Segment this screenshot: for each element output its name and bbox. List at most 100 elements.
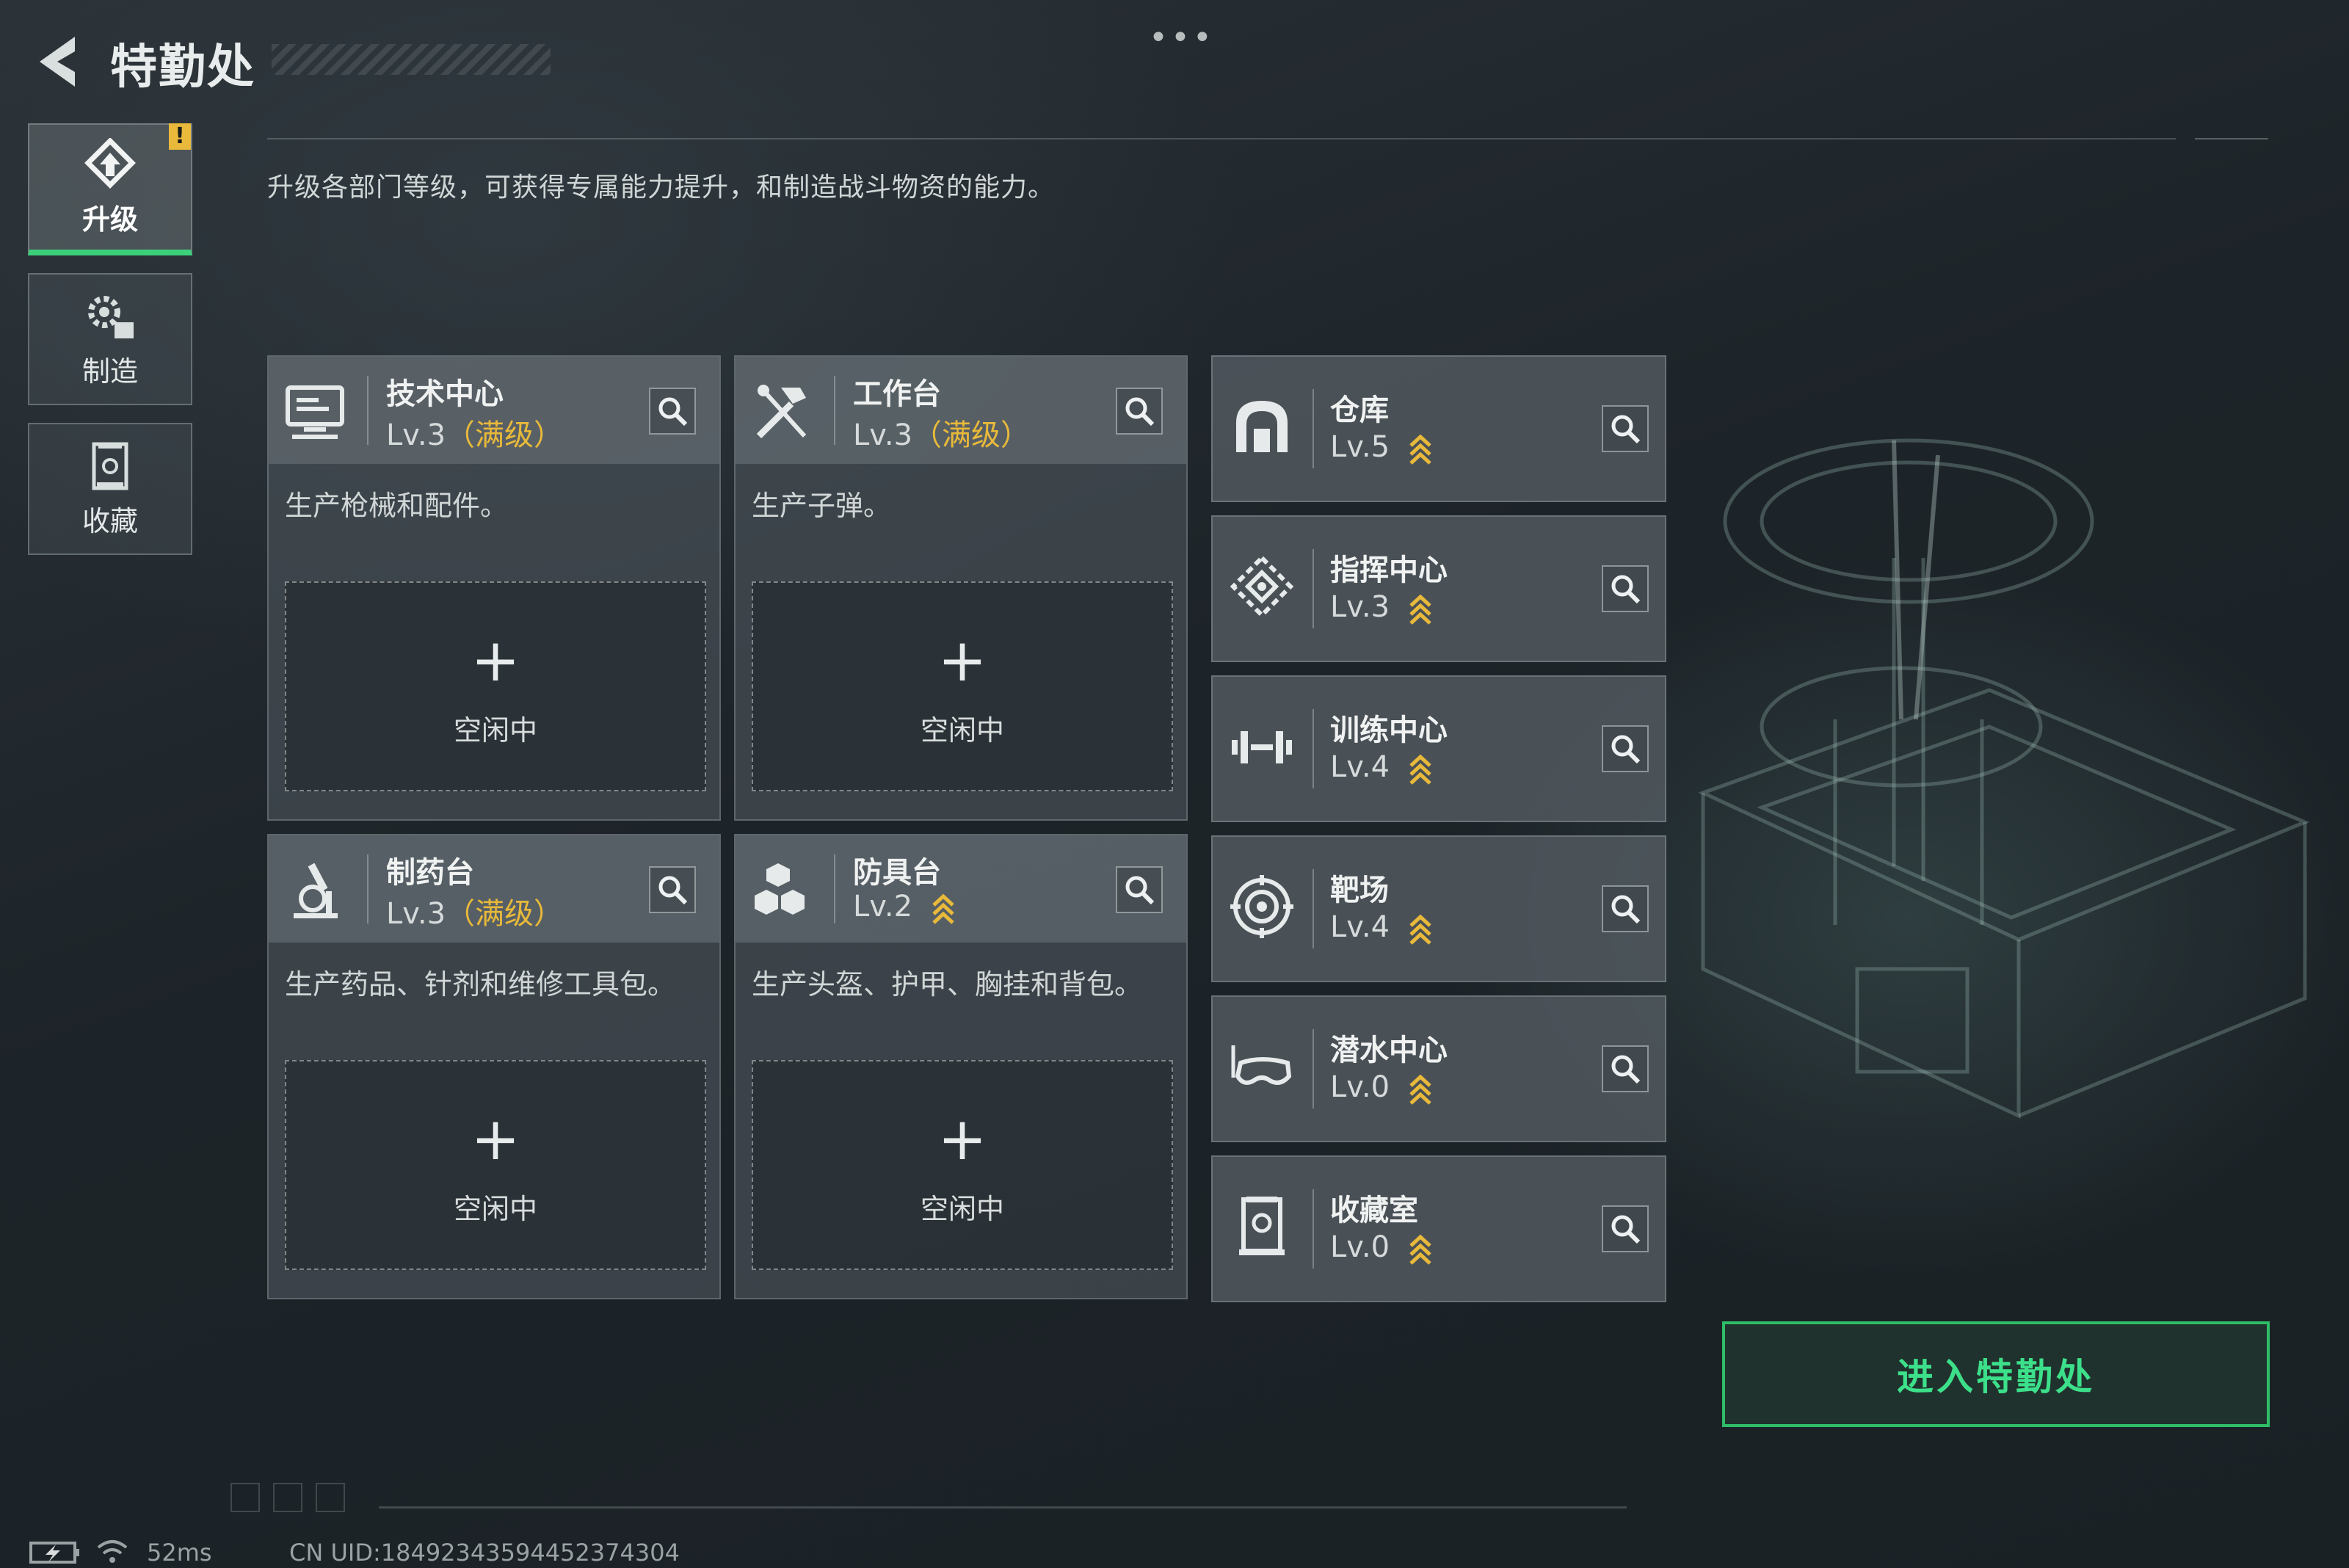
bottom-divider (379, 1506, 1627, 1509)
search-button[interactable] (649, 866, 696, 913)
search-icon (1125, 876, 1155, 905)
more-dots-icon[interactable]: ••• (1149, 19, 1215, 57)
facility-name: 训练中心 (1330, 714, 1448, 747)
facility-row-diving-center[interactable]: 潜水中心 Lv.0 (1211, 995, 1666, 1142)
title-decoration (272, 44, 551, 75)
search-button[interactable] (1116, 388, 1163, 435)
production-slot[interactable]: + 空闲中 (285, 581, 706, 791)
facility-card-armor[interactable]: 防具台 Lv.2 生产头盔、护甲、胸挂和背包。 + 空闲中 (734, 834, 1188, 1299)
upgrade-icon (84, 137, 136, 189)
card-title: 技术中心 (386, 377, 504, 411)
card-title: 防具台 (853, 856, 941, 890)
plus-icon: + (937, 626, 987, 694)
facility-level: Lv.3 (1330, 590, 1433, 625)
back-arrow-icon[interactable] (29, 32, 81, 91)
facility-row-collection-room[interactable]: 收藏室 Lv.0 (1211, 1155, 1666, 1302)
search-icon (1125, 397, 1155, 427)
header-divider-right (2195, 138, 2268, 139)
facility-card-workbench[interactable]: 工作台 Lv.3（满级） 生产子弹。 + 空闲中 (734, 355, 1188, 821)
search-icon (658, 397, 688, 427)
search-button[interactable] (649, 388, 696, 435)
facility-card-tech-center[interactable]: 技术中心 Lv.3（满级） 生产枪械和配件。 + 空闲中 (267, 355, 721, 821)
slot-status: 空闲中 (453, 1193, 537, 1225)
plus-icon: + (937, 1105, 987, 1173)
user-uid: CN UID:18492343594452374304 (289, 1539, 680, 1567)
collection-icon (92, 442, 128, 490)
production-slot[interactable]: + 空闲中 (752, 1060, 1173, 1270)
card-description: 生产枪械和配件。 (285, 490, 509, 522)
facility-name: 仓库 (1330, 393, 1389, 427)
facility-name: 指挥中心 (1330, 553, 1448, 587)
hud-square (316, 1483, 345, 1512)
hud-square (230, 1483, 260, 1512)
hud-square (273, 1483, 302, 1512)
upgrade-chevron-icon (1409, 1234, 1431, 1265)
card-title: 制药台 (386, 856, 474, 890)
card-level: Lv.3（满级） (386, 418, 564, 452)
tools-icon (756, 385, 807, 439)
header-divider (267, 138, 2176, 139)
sidebar-item-label: 收藏 (81, 504, 138, 537)
facility-level: Lv.0 (1330, 1070, 1433, 1105)
production-slot[interactable]: + 空闲中 (285, 1060, 706, 1270)
command-center-icon (1230, 554, 1294, 619)
upgrade-chevron-icon (932, 893, 954, 924)
facility-name: 收藏室 (1330, 1194, 1418, 1227)
plus-icon: + (471, 1105, 520, 1173)
enter-button-label: 进入特勤处 (1897, 1356, 2095, 1398)
facility-row-shooting-range[interactable]: 靶场 Lv.4 (1211, 835, 1666, 982)
enter-button[interactable]: 进入特勤处 (1722, 1321, 2270, 1427)
upgrade-chevron-icon (1409, 914, 1431, 945)
upgrade-chevron-icon (1409, 754, 1431, 785)
ping-value: 52ms (147, 1539, 212, 1567)
sidebar-item-collection[interactable]: 收藏 (28, 423, 192, 555)
base-wireframe-illustration (1698, 438, 2310, 1119)
card-level: Lv.3（满级） (853, 418, 1031, 452)
search-button[interactable] (1116, 866, 1163, 913)
search-icon (1611, 1055, 1641, 1084)
armor-boxes-icon (755, 863, 805, 915)
facility-card-pharmacy[interactable]: 制药台 Lv.3（满级） 生产药品、针剂和维修工具包。 + 空闲中 (267, 834, 721, 1299)
search-icon (658, 876, 688, 905)
search-button[interactable] (1602, 885, 1649, 932)
facility-row-training-center[interactable]: 训练中心 Lv.4 (1211, 675, 1666, 822)
production-slot[interactable]: + 空闲中 (752, 581, 1173, 791)
search-button[interactable] (1602, 565, 1649, 612)
slot-status: 空闲中 (920, 1193, 1004, 1225)
facility-row-warehouse[interactable]: 仓库 Lv.5 (1211, 355, 1666, 502)
facility-level: Lv.0 (1330, 1230, 1433, 1265)
sidebar-item-upgrade[interactable]: 升级 (28, 123, 192, 255)
card-description: 生产头盔、护甲、胸挂和背包。 (752, 968, 1143, 1001)
target-icon (1230, 875, 1293, 938)
facility-level: Lv.4 (1330, 910, 1433, 945)
warning-badge: ! (169, 123, 191, 150)
upgrade-chevron-icon (1409, 594, 1431, 625)
search-button[interactable] (1602, 405, 1649, 452)
search-button[interactable] (1602, 1045, 1649, 1092)
search-icon (1611, 415, 1641, 444)
facility-level: Lv.5 (1330, 430, 1433, 465)
gears-icon (88, 295, 134, 338)
warehouse-icon (1236, 401, 1288, 452)
sidebar-item-craft[interactable]: 制造 (28, 273, 192, 405)
page-description: 升级各部门等级，可获得专属能力提升，和制造战斗物资的能力。 (267, 173, 1056, 203)
facility-row-command-center[interactable]: 指挥中心 Lv.3 (1211, 515, 1666, 662)
page-title: 特勤处 (110, 40, 255, 95)
search-button[interactable] (1602, 725, 1649, 772)
facility-level: Lv.4 (1330, 750, 1433, 785)
search-button[interactable] (1602, 1205, 1649, 1252)
plus-icon: + (471, 626, 520, 694)
card-level: Lv.3（满级） (386, 897, 564, 931)
sidebar-item-label: 升级 (81, 203, 138, 236)
upgrade-chevron-icon (1409, 1074, 1431, 1105)
facility-name: 靶场 (1330, 874, 1389, 907)
slot-status: 空闲中 (920, 714, 1004, 747)
dumbbell-icon (1232, 731, 1292, 763)
facility-name: 潜水中心 (1330, 1034, 1448, 1067)
card-description: 生产子弹。 (752, 490, 892, 522)
card-title: 工作台 (853, 377, 941, 411)
collection-room-icon (1239, 1197, 1285, 1255)
search-icon (1611, 735, 1641, 764)
sidebar-item-label: 制造 (81, 355, 138, 388)
search-icon (1611, 575, 1641, 604)
